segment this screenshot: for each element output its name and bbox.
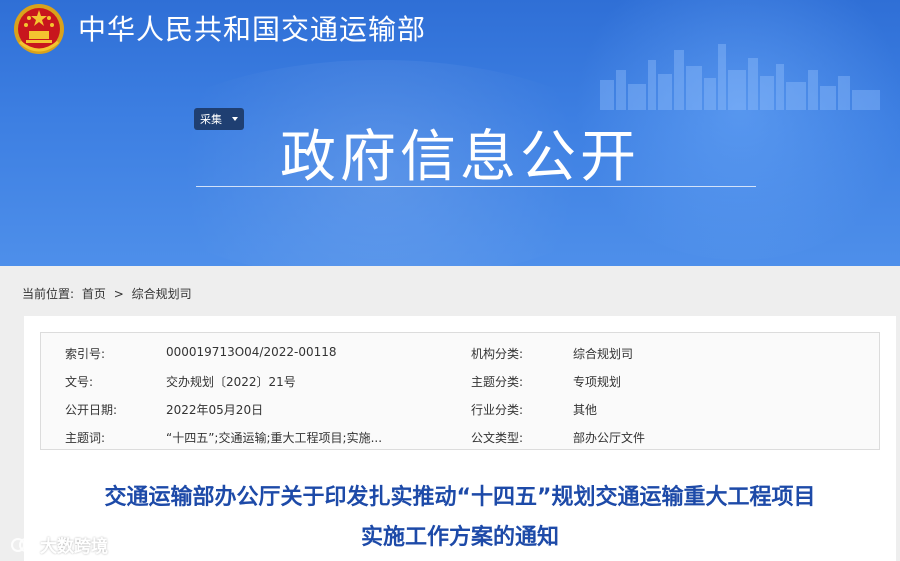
meta-key: 公文类型: <box>471 431 524 445</box>
collect-dropdown-label: 采集 <box>200 113 222 126</box>
meta-value: “十四五”;交通运输;重大工程项目;实施... <box>166 431 383 445</box>
watermark-text: 大数跨境 <box>40 537 108 557</box>
meta-value: 000019713O04/2022-00118 <box>166 345 337 359</box>
meta-value: 专项规划 <box>573 375 622 389</box>
document-title-line: 交通运输部办公厅关于印发扎实推动“十四五”规划交通运输重大工程项目 <box>104 485 816 510</box>
meta-row: 主题词: “十四五”;交通运输;重大工程项目;实施... 公文类型: 部办公厅文… <box>41 421 881 449</box>
title-underline <box>196 186 756 187</box>
collect-dropdown[interactable]: 采集 <box>194 108 244 130</box>
header-banner: 中华人民共和国交通运输部 采集 政府信息公开 <box>0 0 900 266</box>
site-title[interactable]: 中华人民共和国交通运输部 <box>78 8 426 48</box>
watermark-logo-icon <box>11 537 33 552</box>
meta-key: 机构分类: <box>471 347 524 361</box>
meta-row: 索引号: 000019713O04/2022-00118 机构分类: 综合规划司 <box>41 337 881 365</box>
meta-row: 文号: 交办规划〔2022〕21号 主题分类: 专项规划 <box>41 365 881 393</box>
section-title: 政府信息公开 <box>280 125 640 190</box>
breadcrumb-home-link[interactable]: 首页 <box>82 287 106 301</box>
meta-key: 索引号: <box>65 347 106 361</box>
meta-value: 部办公厅文件 <box>573 431 646 445</box>
meta-key: 文号: <box>65 375 94 389</box>
meta-value: 综合规划司 <box>573 347 634 361</box>
meta-value: 其他 <box>573 403 598 417</box>
breadcrumb-label: 当前位置: <box>22 287 75 301</box>
meta-value: 交办规划〔2022〕21号 <box>166 375 296 389</box>
meta-key: 主题分类: <box>471 375 524 389</box>
breadcrumb-separator: > <box>113 287 124 301</box>
meta-row: 公开日期: 2022年05月20日 行业分类: 其他 <box>41 393 881 421</box>
national-emblem-icon <box>14 4 64 54</box>
watermark: 大数跨境 <box>10 532 108 557</box>
document-title-line: 实施工作方案的通知 <box>360 525 559 550</box>
meta-value: 2022年05月20日 <box>166 403 264 417</box>
document-title: 交通运输部办公厅关于印发扎实推动“十四五”规划交通运输重大工程项目 实施工作方案… <box>24 478 896 558</box>
breadcrumb: 当前位置: 首页 > 综合规划司 <box>22 285 196 302</box>
document-meta-table: 索引号: 000019713O04/2022-00118 机构分类: 综合规划司… <box>40 332 880 450</box>
meta-key: 行业分类: <box>471 403 524 417</box>
meta-key: 主题词: <box>65 431 106 445</box>
city-skyline-illustration <box>600 44 880 110</box>
breadcrumb-current-link[interactable]: 综合规划司 <box>132 287 192 301</box>
meta-key: 公开日期: <box>65 403 118 417</box>
chevron-down-icon <box>232 117 238 121</box>
